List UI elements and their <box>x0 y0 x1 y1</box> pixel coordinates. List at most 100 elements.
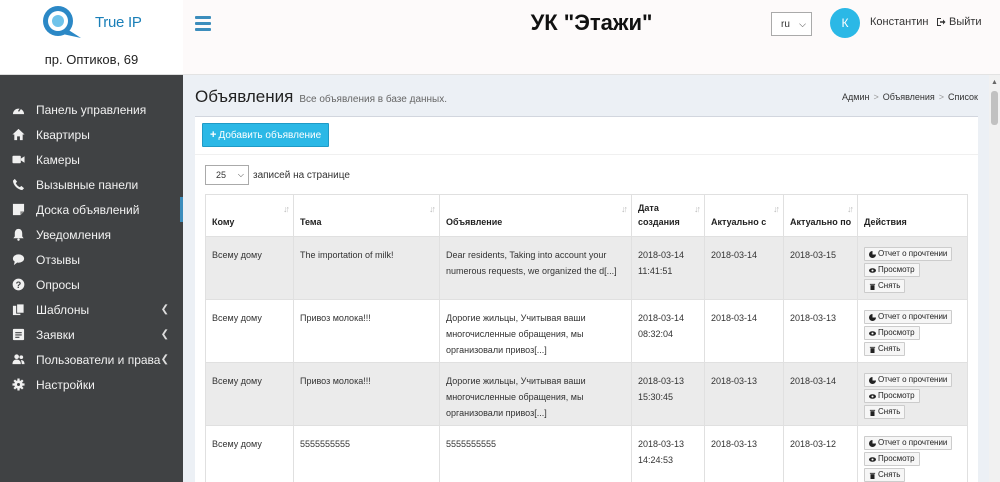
page-length-label: записей на странице <box>253 169 350 181</box>
trash-icon <box>869 346 876 353</box>
column-label: Актуально по <box>790 217 852 227</box>
sidebar-item-settings[interactable]: Настройки <box>0 372 183 397</box>
sidebar-item-templates[interactable]: Шаблоны ❮ <box>0 297 183 322</box>
read-report-button[interactable]: Отчет о прочтении <box>864 436 953 450</box>
sidebar-item-requests[interactable]: Заявки ❮ <box>0 322 183 347</box>
cell-valid-from: 2018-03-14 <box>704 236 784 300</box>
sticky-note-icon <box>11 203 25 217</box>
breadcrumb-item-admin[interactable]: Админ <box>842 92 869 102</box>
remove-button[interactable]: Снять <box>864 279 906 293</box>
sidebar-menu: Панель управления Квартиры Камеры Вызывн… <box>0 75 183 397</box>
page-length-value: 25 <box>216 170 227 180</box>
logout-button[interactable]: Выйти <box>936 16 982 28</box>
cell-actions: Отчет о прочтении Просмотр Снять <box>857 425 968 482</box>
chevron-right-icon: > <box>938 92 945 102</box>
sidebar-item-users-rights[interactable]: Пользователи и права ❮ <box>0 347 183 372</box>
cell-actions: Отчет о прочтении Просмотр Снять <box>857 236 968 300</box>
sidebar-item-dashboard[interactable]: Панель управления <box>0 97 183 122</box>
column-label: Дата создания <box>638 203 680 227</box>
action-label: Просмотр <box>878 265 915 274</box>
created-time: 15:30:45 <box>638 392 674 402</box>
home-icon <box>11 128 25 142</box>
pie-chart-icon <box>869 439 876 447</box>
sidebar-item-label: Уведомления <box>36 227 112 242</box>
breadcrumb-item-list: Список <box>948 92 978 102</box>
table-row: Всему дому Привоз молока!!! Дорогие жиль… <box>205 362 968 426</box>
page-length-select[interactable]: 25 ⌵ <box>205 165 249 185</box>
main-content: Объявления Все объявления в базе данных.… <box>183 75 989 482</box>
table-row: Всему дому 5555555555 5555555555 2018-03… <box>205 425 968 482</box>
view-button[interactable]: Просмотр <box>864 326 920 340</box>
copy-icon <box>11 303 25 317</box>
read-report-button[interactable]: Отчет о прочтении <box>864 373 953 387</box>
sort-icon: ↓↑ <box>847 204 854 214</box>
sidebar-item-cameras[interactable]: Камеры <box>0 147 183 172</box>
language-value: ru <box>781 18 790 30</box>
breadcrumb-item-announcements[interactable]: Объявления <box>883 92 935 102</box>
menu-toggle-icon[interactable] <box>195 16 211 31</box>
sidebar-item-label: Настройки <box>36 377 95 392</box>
sort-icon: ↓↑ <box>429 204 436 214</box>
cell-subject: Привоз молока!!! <box>293 299 440 363</box>
column-header-valid-from[interactable]: Актуально с ↓↑ <box>704 194 784 237</box>
address-label: пр. Оптиков, 69 <box>44 52 139 67</box>
column-header-created[interactable]: Дата создания ↓↑ <box>631 194 705 237</box>
sidebar-item-notifications[interactable]: Уведомления <box>0 222 183 247</box>
page-length-control: 25 ⌵ записей на странице <box>205 165 350 185</box>
brand-panel: True IP пр. Оптиков, 69 <box>0 0 183 75</box>
box-header: + Добавить объявление <box>195 117 978 155</box>
view-button[interactable]: Просмотр <box>864 452 920 466</box>
trash-icon <box>869 283 876 290</box>
created-time: 14:24:53 <box>638 455 674 465</box>
read-report-button[interactable]: Отчет о прочтении <box>864 310 953 324</box>
user-name[interactable]: Константин <box>870 16 928 28</box>
column-label: Актуально с <box>711 217 767 227</box>
action-label: Снять <box>878 470 901 479</box>
video-camera-icon <box>11 153 25 167</box>
row-actions: Отчет о прочтении Просмотр Снять <box>864 310 963 356</box>
sidebar-item-apartments[interactable]: Квартиры <box>0 122 183 147</box>
view-button[interactable]: Просмотр <box>864 263 920 277</box>
cell-subject: The importation of milk! <box>293 236 440 300</box>
cell-valid-to: 2018-03-15 <box>783 236 858 300</box>
cell-valid-from: 2018-03-13 <box>704 362 784 426</box>
sidebar-item-label: Камеры <box>36 152 80 167</box>
add-announcement-button[interactable]: + Добавить объявление <box>202 123 330 147</box>
language-select[interactable]: ru ⌵ <box>771 12 812 36</box>
scroll-up-icon[interactable]: ▲ <box>989 75 1000 89</box>
sidebar-item-bulletin-board[interactable]: Доска объявлений <box>0 197 183 222</box>
created-date: 2018-03-13 <box>638 439 685 449</box>
column-header-announcement[interactable]: Объявление ↓↑ <box>439 194 632 237</box>
cell-text: Дорогие жильцы, Учитывая ваши многочисле… <box>439 299 632 363</box>
sidebar-item-label: Доска объявлений <box>36 202 140 217</box>
sidebar-item-call-panels[interactable]: Вызывные панели <box>0 172 183 197</box>
column-label: Тема <box>300 217 322 227</box>
row-actions: Отчет о прочтении Просмотр Снять <box>864 247 963 293</box>
sidebar-item-reviews[interactable]: Отзывы <box>0 247 183 272</box>
sort-icon: ↓↑ <box>621 204 628 214</box>
trash-icon <box>869 409 876 416</box>
table-row: Всему дому The importation of milk! Dear… <box>205 236 968 300</box>
column-header-to[interactable]: Кому ↓↑ <box>205 194 294 237</box>
read-report-button[interactable]: Отчет о прочтении <box>864 247 953 261</box>
action-label: Снять <box>878 281 901 290</box>
phone-icon <box>11 178 25 192</box>
vertical-scrollbar[interactable]: ▲ <box>989 75 1000 482</box>
view-button[interactable]: Просмотр <box>864 389 920 403</box>
action-label: Снять <box>878 344 901 353</box>
chevron-left-icon: ❮ <box>160 354 169 365</box>
scroll-thumb[interactable] <box>991 91 998 125</box>
remove-button[interactable]: Снять <box>864 468 906 482</box>
chevron-down-icon: ⌵ <box>799 19 806 29</box>
sidebar-item-polls[interactable]: ? Опросы <box>0 272 183 297</box>
pie-chart-icon <box>869 376 876 384</box>
avatar[interactable]: К <box>830 8 860 38</box>
column-header-subject[interactable]: Тема ↓↑ <box>293 194 440 237</box>
column-header-valid-to[interactable]: Актуально по ↓↑ <box>783 194 858 237</box>
cell-to: Всему дому <box>205 362 294 426</box>
cell-to: Всему дому <box>205 299 294 363</box>
eye-icon <box>869 330 876 336</box>
remove-button[interactable]: Снять <box>864 405 906 419</box>
logo[interactable]: True IP <box>41 5 142 39</box>
remove-button[interactable]: Снять <box>864 342 906 356</box>
